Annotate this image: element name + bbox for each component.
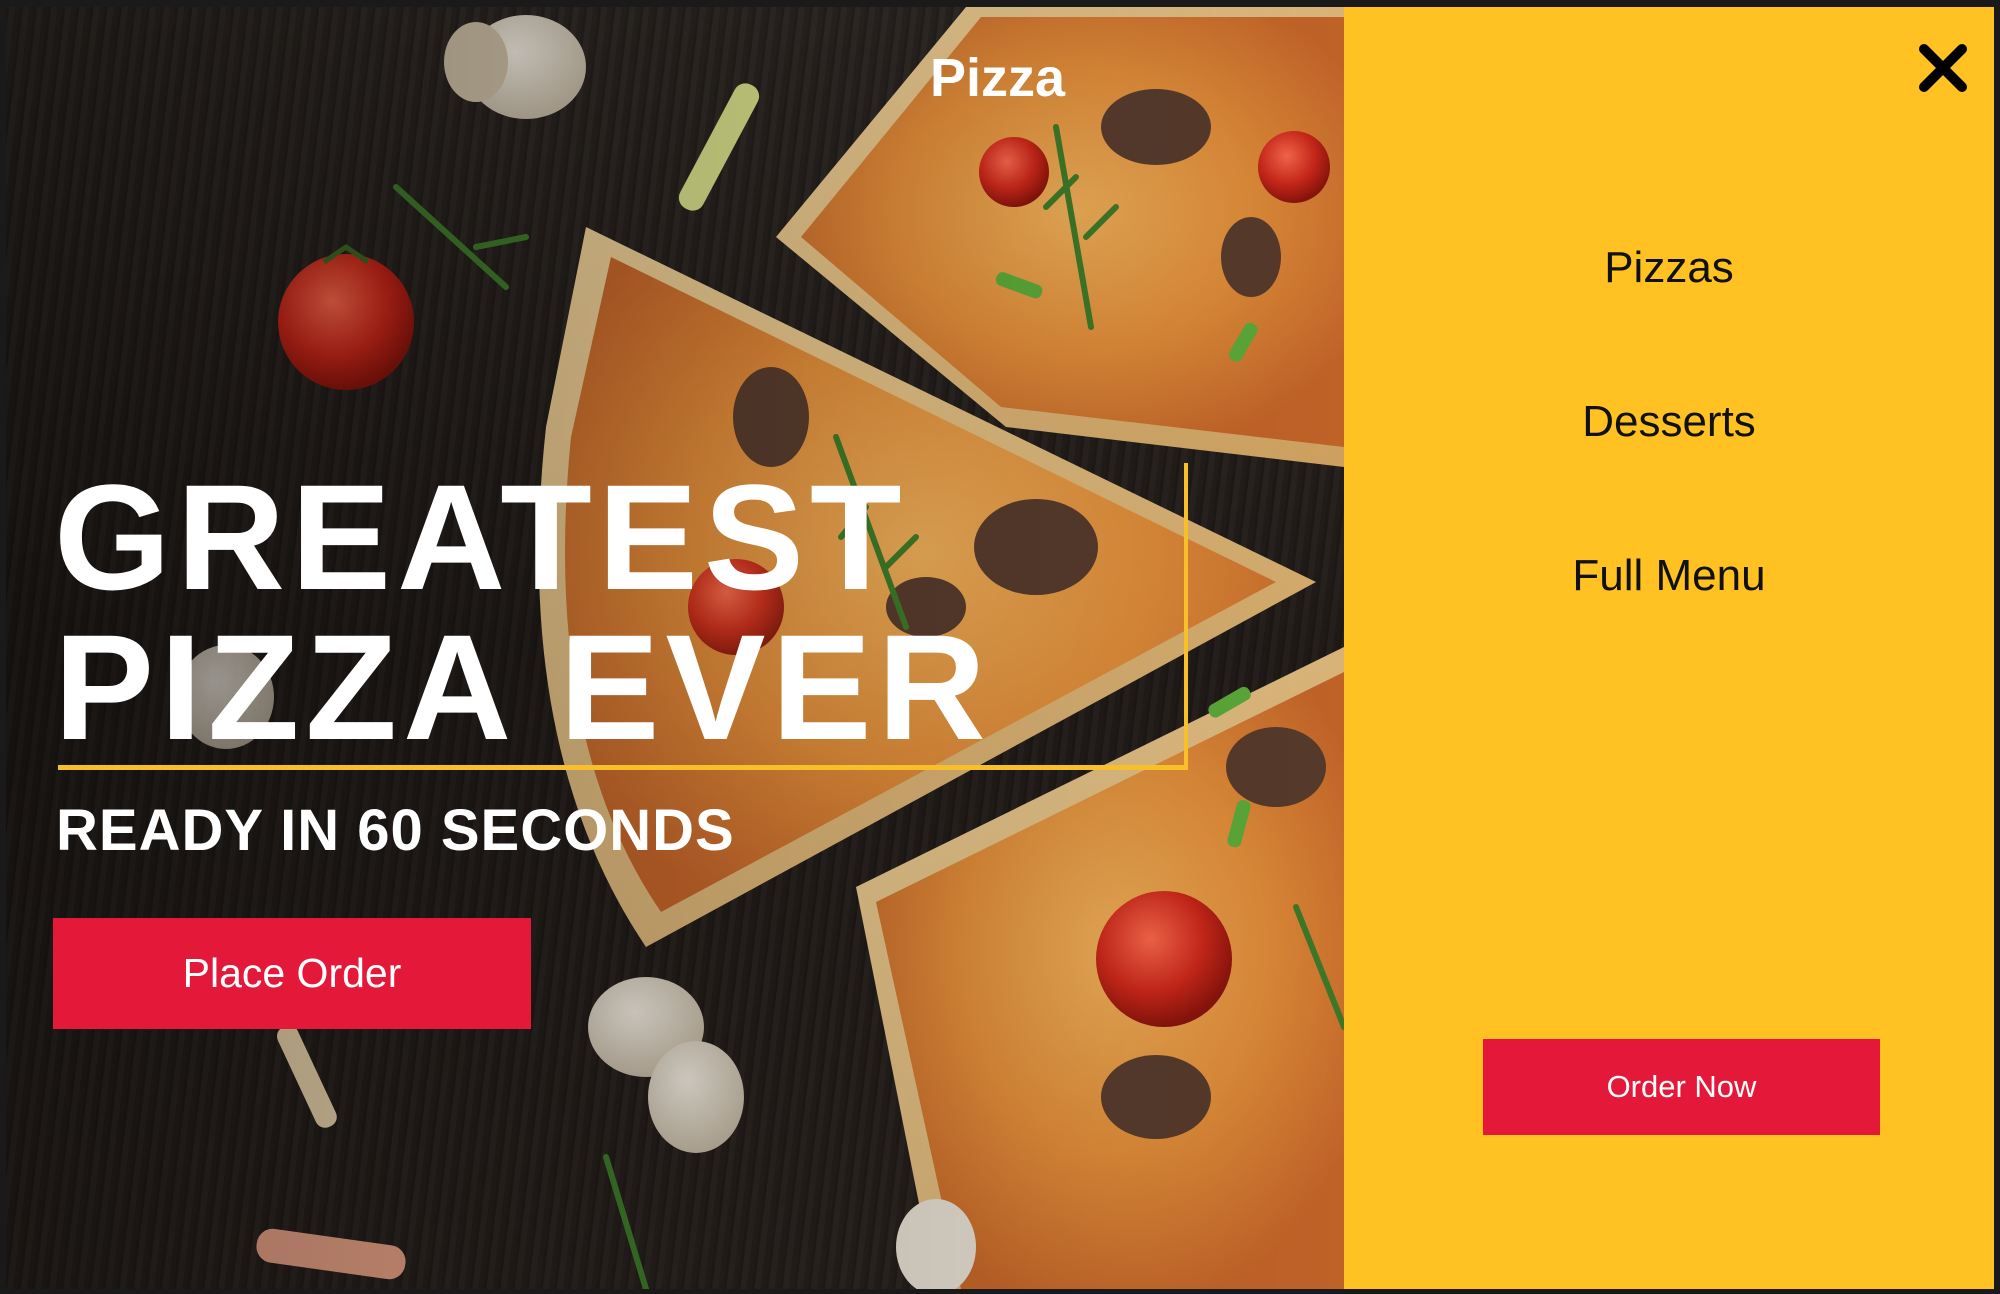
menu-item-desserts[interactable]: Desserts (1344, 397, 1994, 447)
order-now-button[interactable]: Order Now (1483, 1039, 1880, 1135)
menu-item-full-menu[interactable]: Full Menu (1344, 551, 1994, 601)
headline-frame-bottom (58, 765, 1188, 770)
place-order-button[interactable]: Place Order (53, 918, 531, 1029)
hero-section: Pizza GREATEST PIZZA EVER READY IN 60 SE… (6, 7, 1344, 1289)
close-icon[interactable] (1912, 37, 1974, 99)
headline-line-1: GREATEST (54, 453, 908, 621)
menu-item-pizzas[interactable]: Pizzas (1344, 243, 1994, 293)
headline-frame-right (1184, 463, 1188, 769)
brand-logo[interactable]: Pizza (930, 47, 1065, 109)
headline-line-2: PIZZA EVER (54, 603, 992, 771)
hero-tagline: READY IN 60 SECONDS (56, 798, 735, 863)
side-menu: Pizzas Desserts Full Menu Order Now (1344, 7, 1994, 1289)
hero-headline: GREATEST PIZZA EVER (54, 462, 992, 762)
page-frame: Pizza GREATEST PIZZA EVER READY IN 60 SE… (6, 7, 1994, 1289)
